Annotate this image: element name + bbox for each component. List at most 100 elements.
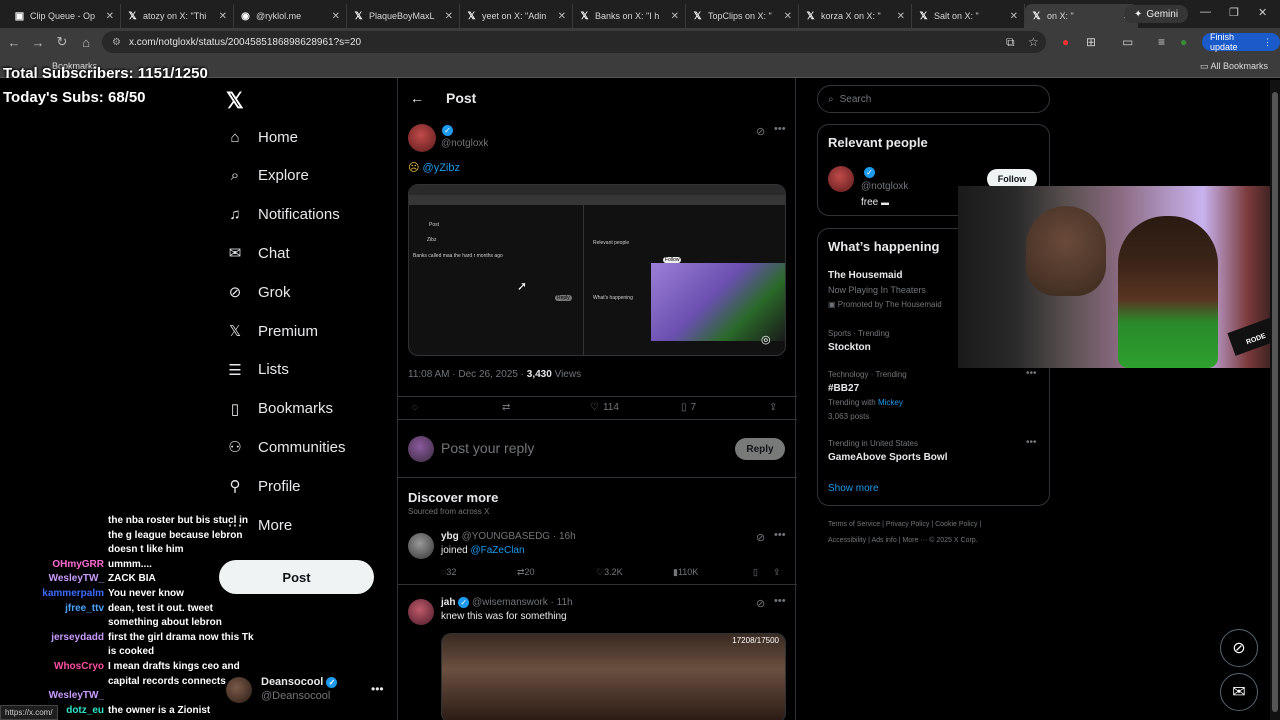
profile-avatar-icon[interactable]: ● xyxy=(1180,35,1187,49)
close-window-icon[interactable]: ✕ xyxy=(1258,6,1267,19)
media-action-icon[interactable]: ◎ xyxy=(761,333,771,346)
home-nav-icon[interactable]: ⌂ xyxy=(74,35,98,50)
search-input[interactable]: ⌕ Search xyxy=(817,85,1050,113)
like-count[interactable]: ♡ 3.2K xyxy=(596,567,623,578)
close-tab-icon[interactable]: ✕ xyxy=(897,11,905,22)
chat-username[interactable]: jerseydadd xyxy=(0,631,104,644)
chat-username[interactable]: OHmyGRR xyxy=(0,558,104,571)
x-logo-icon[interactable]: 𝕏 xyxy=(226,88,244,114)
share-icon[interactable]: ⇪ xyxy=(769,402,777,413)
browser-tab[interactable]: 𝕏 Banks on X: "I h ✕ xyxy=(573,4,686,28)
nav-item-notifications[interactable]: ♫ Notifications xyxy=(226,206,339,224)
extension-red-icon[interactable]: ● xyxy=(1062,35,1069,49)
footer-links[interactable]: Accessibility | Ads info | More ··· © 20… xyxy=(828,537,978,544)
avatar[interactable] xyxy=(408,533,434,559)
post-handle[interactable]: @notgloxk xyxy=(441,138,488,149)
nav-item-home[interactable]: ⌂ Home xyxy=(226,128,298,146)
grok-icon[interactable]: ⊘ xyxy=(756,597,765,610)
post-media-screenshot[interactable]: Post Zibz Banks called maa the hard r mo… xyxy=(408,184,786,356)
nav-item-communities[interactable]: ⚇ Communities xyxy=(226,438,345,457)
tweet-item[interactable]: jah ✓ @wisemanswork · 11h knew this was … xyxy=(398,591,797,720)
chat-username[interactable]: WesleyTW_ xyxy=(0,689,104,702)
browser-tab[interactable]: 𝕏 Salt on X: " ✕ xyxy=(912,4,1025,28)
nav-item-premium[interactable]: 𝕏 Premium xyxy=(226,322,318,341)
close-tab-icon[interactable]: ✕ xyxy=(1010,11,1018,22)
browser-tab[interactable]: 𝕏 TopClips on X: " ✕ xyxy=(686,4,799,28)
trend-title[interactable]: The Housemaid xyxy=(828,270,902,281)
bookmark-button[interactable]: ▯ 7 xyxy=(681,402,696,413)
footer-links[interactable]: Terms of Service | Privacy Policy | Cook… xyxy=(828,521,981,528)
more-icon[interactable]: ••• xyxy=(774,529,786,541)
more-icon[interactable]: ••• xyxy=(774,123,786,135)
more-icon[interactable]: ••• xyxy=(774,595,786,607)
avatar[interactable] xyxy=(828,166,854,192)
reply-button[interactable]: Reply xyxy=(735,438,785,460)
chat-username[interactable]: jfree_ttv xyxy=(0,602,104,615)
account-switcher[interactable]: Deansocool ✓ @Deansocool ••• xyxy=(226,675,386,707)
close-tab-icon[interactable]: ✕ xyxy=(445,11,453,22)
browser-tab[interactable]: 𝕏yeet on X: "Adin ✕ xyxy=(460,4,573,28)
grok-fab-icon[interactable]: ⊘ xyxy=(1220,629,1258,667)
browser-tab[interactable]: ◉ @ryklol.me ✕ xyxy=(234,4,347,28)
retweet-count[interactable]: ⇄ 20 xyxy=(517,567,535,578)
more-icon[interactable]: ••• xyxy=(1026,368,1037,379)
messages-fab-icon[interactable]: ✉ xyxy=(1220,673,1258,711)
close-tab-icon[interactable]: ✕ xyxy=(784,11,792,22)
sidepanel-icon[interactable]: ▭ xyxy=(1122,35,1133,49)
browser-tab[interactable]: 𝕏korza X on X: " ✕ xyxy=(799,4,912,28)
grok-icon[interactable]: ⊘ xyxy=(756,531,765,544)
close-tab-icon[interactable]: ✕ xyxy=(219,11,227,22)
view-count[interactable]: ▮ 110K xyxy=(673,567,698,578)
post-mention[interactable]: @yZibz xyxy=(423,162,460,174)
post-button[interactable]: Post xyxy=(219,560,374,594)
nav-item-grok[interactable]: ⊘ Grok xyxy=(226,283,291,302)
star-icon[interactable]: ☆ xyxy=(1028,35,1039,49)
share-icon[interactable]: ⇪ xyxy=(773,567,781,578)
avatar[interactable] xyxy=(408,124,436,152)
retweet-icon[interactable]: ⇄ xyxy=(502,402,510,413)
extensions-icon[interactable]: ⊞ xyxy=(1086,35,1096,49)
chat-username[interactable]: kammerpalm xyxy=(0,587,104,600)
chat-username[interactable]: WhosCryo xyxy=(0,660,104,673)
scrollbar-thumb[interactable] xyxy=(1272,92,1278,712)
browser-tab[interactable]: ▣ Clip Queue - Op ✕ xyxy=(8,4,121,28)
nav-item-bookmarks[interactable]: ▯ Bookmarks xyxy=(226,400,333,418)
all-bookmarks-link[interactable]: ▭ All Bookmarks xyxy=(1200,61,1268,72)
tweet-mention[interactable]: @FaZeClan xyxy=(470,545,524,556)
media-icon[interactable]: ≡ xyxy=(1158,35,1165,49)
browser-tab[interactable]: 𝕏on X: "✕ xyxy=(1025,4,1138,28)
reload-icon[interactable]: ↻ xyxy=(50,34,74,50)
back-arrow-icon[interactable]: ← xyxy=(410,90,424,106)
back-icon[interactable]: ← xyxy=(2,35,26,50)
nav-item-profile[interactable]: ⚲ Profile xyxy=(226,477,301,496)
browser-tab[interactable]: 𝕏 PlaqueBoyMaxL ✕ xyxy=(347,4,460,28)
maximize-icon[interactable]: ❐ xyxy=(1229,6,1239,19)
reply-icon[interactable]: ◌ xyxy=(412,402,418,413)
url-input[interactable]: ⚙ x.com/notgloxk/status/2004585186898628… xyxy=(102,31,1046,53)
minimize-icon[interactable]: — xyxy=(1200,6,1211,18)
gemini-button[interactable]: ✦ Gemini xyxy=(1124,5,1189,23)
tweet-video[interactable]: 17208/17500 xyxy=(441,633,786,720)
scrollbar[interactable] xyxy=(1270,80,1280,720)
chat-username[interactable]: WesleyTW_ xyxy=(0,572,104,585)
bookmark-icon[interactable]: ▯ xyxy=(753,567,758,578)
close-tab-icon[interactable]: ✕ xyxy=(671,11,679,22)
reply-input[interactable]: Post your reply xyxy=(441,440,534,456)
browser-tab[interactable]: 𝕏atozy on X: "Thi ✕ xyxy=(121,4,234,28)
trend-title[interactable]: GameAbove Sports Bowl xyxy=(828,452,947,463)
nav-item-explore[interactable]: ⌕ Explore xyxy=(226,167,309,185)
nav-item-lists[interactable]: ☰ Lists xyxy=(226,361,289,379)
avatar[interactable] xyxy=(408,599,434,625)
close-tab-icon[interactable]: ✕ xyxy=(332,11,340,22)
trend-with-link[interactable]: Mickey xyxy=(878,398,903,407)
like-button[interactable]: ♡ 114 xyxy=(590,402,619,413)
forward-icon[interactable]: → xyxy=(26,35,50,50)
trend-title[interactable]: #BB27 xyxy=(828,383,859,394)
more-icon[interactable]: ••• xyxy=(371,682,384,696)
reply-count[interactable]: ◌ 32 xyxy=(441,567,456,577)
site-info-icon[interactable]: ⚙ xyxy=(112,37,121,48)
nav-item-chat[interactable]: ✉ Chat xyxy=(226,244,290,263)
finish-update-button[interactable]: Finish update ⋮ xyxy=(1202,32,1280,52)
grok-icon[interactable]: ⊘ xyxy=(756,125,765,138)
tweet-item[interactable]: ybg @YOUNGBASEDG · 16h joined @FaZeClan … xyxy=(398,525,797,585)
